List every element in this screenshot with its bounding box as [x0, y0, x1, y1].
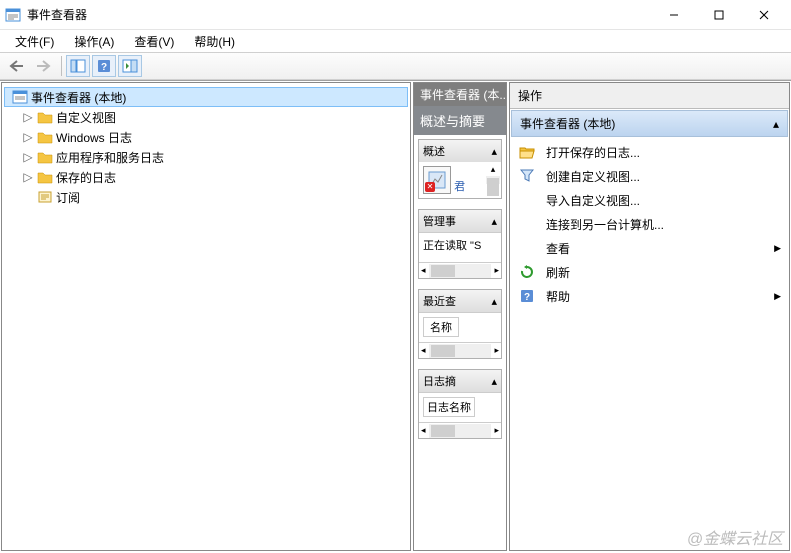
action-import-custom-view[interactable]: 导入自定义视图... — [514, 188, 785, 212]
action-help[interactable]: ? 帮助 ▶ — [514, 284, 785, 308]
tree-item-label: Windows 日志 — [56, 129, 132, 146]
toolbar: ? — [0, 52, 791, 80]
blank-icon — [518, 192, 536, 208]
overview-label: 概述 — [423, 143, 445, 159]
folder-icon — [37, 129, 53, 145]
menu-help[interactable]: 帮助(H) — [184, 31, 245, 52]
recent-views-label: 最近查 — [423, 293, 456, 309]
action-label: 导入自定义视图... — [546, 192, 781, 209]
action-label: 连接到另一台计算机... — [546, 216, 781, 233]
actions-header: 操作 — [510, 83, 789, 109]
help-icon: ? — [518, 288, 536, 304]
collapse-icon[interactable]: ▴ — [491, 215, 497, 228]
tree-pane: 事件查看器 (本地) ▷ 自定义视图 ▷ Windows 日志 ▷ 应用程序和服… — [1, 82, 411, 551]
action-label: 创建自定义视图... — [546, 168, 781, 185]
hscroll[interactable]: ◂▸ — [419, 262, 501, 278]
folder-open-icon — [518, 144, 536, 160]
tree-item-windows-logs[interactable]: ▷ Windows 日志 — [4, 127, 408, 147]
tree-item-label: 应用程序和服务日志 — [56, 149, 164, 166]
tree-item-label: 保存的日志 — [56, 169, 116, 186]
folder-icon — [37, 149, 53, 165]
collapse-icon[interactable]: ▴ — [491, 145, 497, 158]
event-viewer-icon — [12, 89, 28, 105]
vscroll[interactable]: ▴▾ — [485, 162, 501, 198]
action-label: 帮助 — [546, 288, 774, 305]
tree-root[interactable]: 事件查看器 (本地) — [4, 87, 408, 107]
forward-button[interactable] — [31, 55, 55, 77]
expand-icon[interactable]: ▷ — [22, 150, 34, 164]
details-pane: 事件查看器 (本... 概述与摘要 概述▴ ✕ 君 ▴▾ 管理事▴ — [413, 82, 507, 551]
hscroll[interactable]: ◂▸ — [419, 342, 501, 358]
collapse-icon[interactable]: ▴ — [491, 375, 497, 388]
action-refresh[interactable]: 刷新 — [514, 260, 785, 284]
tree-item-label: 订阅 — [56, 189, 80, 206]
minimize-button[interactable] — [651, 1, 696, 29]
main-area: 事件查看器 (本地) ▷ 自定义视图 ▷ Windows 日志 ▷ 应用程序和服… — [0, 80, 791, 552]
maximize-button[interactable] — [696, 1, 741, 29]
filter-icon — [518, 168, 536, 184]
collapse-icon[interactable]: ▴ — [491, 295, 497, 308]
action-connect-computer[interactable]: 连接到另一台计算机... — [514, 212, 785, 236]
actions-section-header[interactable]: 事件查看器 (本地) ▴ — [511, 110, 788, 137]
collapse-icon[interactable]: ▴ — [773, 117, 779, 131]
action-label: 查看 — [546, 240, 774, 257]
expand-icon[interactable]: ▷ — [22, 130, 34, 144]
log-summary-label: 日志摘 — [423, 373, 456, 389]
tree-item-custom-views[interactable]: ▷ 自定义视图 — [4, 107, 408, 127]
actions-section-label: 事件查看器 (本地) — [520, 115, 615, 132]
tree-root-label: 事件查看器 (本地) — [31, 89, 126, 106]
subscription-icon — [37, 189, 53, 205]
submenu-arrow-icon: ▶ — [774, 291, 781, 302]
admin-events-group: 管理事 ▴ 正在读取 "S ◂▸ — [418, 209, 502, 279]
action-create-custom-view[interactable]: 创建自定义视图... — [514, 164, 785, 188]
help-button[interactable]: ? — [92, 55, 116, 77]
show-hide-action-button[interactable] — [118, 55, 142, 77]
log-summary-group: 日志摘 ▴ 日志名称 ◂▸ — [418, 369, 502, 439]
submenu-arrow-icon: ▶ — [774, 243, 781, 254]
tree-item-subscriptions[interactable]: 订阅 — [4, 187, 408, 207]
recent-col: 名称 — [423, 317, 459, 337]
expand-icon[interactable]: ▷ — [22, 170, 34, 184]
overview-group: 概述▴ ✕ 君 ▴▾ — [418, 139, 502, 199]
details-header: 事件查看器 (本... — [414, 83, 506, 106]
blank-icon — [518, 240, 536, 256]
hscroll[interactable]: ◂▸ — [419, 422, 501, 438]
details-subheader: 概述与摘要 — [414, 106, 506, 135]
tree-item-label: 自定义视图 — [56, 109, 116, 126]
folder-icon — [37, 169, 53, 185]
admin-events-body: 正在读取 "S — [419, 232, 501, 262]
svg-text:?: ? — [524, 292, 530, 303]
menu-view[interactable]: 查看(V) — [124, 31, 184, 52]
watermark: @金蝶云社区 — [687, 525, 783, 549]
svg-text:?: ? — [101, 62, 107, 73]
actions-pane: 操作 事件查看器 (本地) ▴ 打开保存的日志... 创建自定义视图... 导入… — [509, 82, 790, 551]
tree-item-app-services-logs[interactable]: ▷ 应用程序和服务日志 — [4, 147, 408, 167]
window-title: 事件查看器 — [27, 6, 651, 23]
close-button[interactable] — [741, 1, 786, 29]
action-view[interactable]: 查看 ▶ — [514, 236, 785, 260]
blank-icon — [518, 216, 536, 232]
action-open-saved-log[interactable]: 打开保存的日志... — [514, 140, 785, 164]
folder-icon — [37, 109, 53, 125]
recent-views-group: 最近查 ▴ 名称 ◂▸ — [418, 289, 502, 359]
action-label: 刷新 — [546, 264, 781, 281]
show-hide-tree-button[interactable] — [66, 55, 90, 77]
menu-file[interactable]: 文件(F) — [5, 31, 64, 52]
title-bar: 事件查看器 — [0, 0, 791, 30]
action-label: 打开保存的日志... — [546, 144, 781, 161]
menu-action[interactable]: 操作(A) — [64, 31, 124, 52]
tree-item-saved-logs[interactable]: ▷ 保存的日志 — [4, 167, 408, 187]
overview-image-icon: ✕ — [423, 166, 451, 194]
expand-icon[interactable]: ▷ — [22, 110, 34, 124]
refresh-icon — [518, 264, 536, 280]
back-button[interactable] — [5, 55, 29, 77]
log-col: 日志名称 — [423, 397, 475, 417]
menu-bar: 文件(F) 操作(A) 查看(V) 帮助(H) — [0, 30, 791, 52]
toolbar-separator — [61, 56, 62, 76]
admin-events-label: 管理事 — [423, 213, 456, 229]
app-icon — [5, 7, 21, 23]
